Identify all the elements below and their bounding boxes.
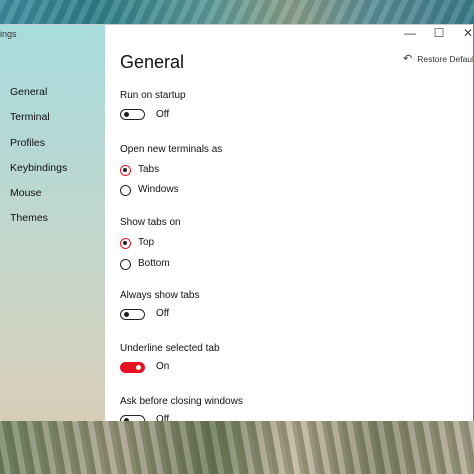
always-show-tabs-toggle[interactable] [120, 309, 145, 320]
page-title: General [120, 52, 185, 72]
radio-bottom-label: Bottom [138, 258, 170, 269]
radio-tabs-label: Tabs [138, 164, 160, 175]
toggle-knob [124, 311, 129, 317]
underline-selected-tab-toggle[interactable] [120, 362, 145, 373]
sidebar: ings General Terminal Profiles Keybindin… [0, 25, 105, 421]
toggle-knob [124, 111, 129, 117]
close-button[interactable]: ✕ [460, 25, 473, 41]
underline-selected-tab-state: On [156, 361, 170, 372]
desktop-wallpaper-bottom [0, 421, 474, 474]
show-tabs-on-label: Show tabs on [120, 217, 181, 228]
sidebar-item-keybindings[interactable]: Keybindings [10, 161, 67, 186]
radio-windows-label: Windows [138, 184, 179, 195]
settings-content: — ☐ ✕ ↶ Restore Defaults General Run on s… [105, 25, 473, 421]
run-on-startup-toggle[interactable] [120, 109, 145, 120]
radio-bottom[interactable] [120, 259, 131, 270]
maximize-button[interactable]: ☐ [431, 25, 447, 41]
radio-top[interactable] [120, 238, 131, 249]
radio-top-label: Top [138, 237, 155, 248]
always-show-tabs-label: Always show tabs [120, 290, 200, 301]
restore-defaults-label: Restore Defaults [417, 54, 474, 64]
ask-before-closing-state: Off [156, 414, 170, 421]
radio-tabs[interactable] [120, 165, 131, 176]
sidebar-nav: General Terminal Profiles Keybindings Mo… [10, 85, 67, 237]
run-on-startup-state: Off [156, 109, 170, 120]
minimize-button[interactable]: — [402, 25, 418, 41]
run-on-startup-label: Run on startup [120, 90, 186, 101]
sidebar-item-themes[interactable]: Themes [10, 211, 67, 236]
undo-icon: ↶ [403, 53, 413, 65]
sidebar-item-general[interactable]: General [10, 85, 67, 110]
always-show-tabs-state: Off [156, 308, 170, 319]
underline-selected-tab-label: Underline selected tab [120, 343, 220, 354]
restore-defaults-button[interactable]: ↶ Restore Defaults [403, 52, 474, 65]
toggle-knob [136, 364, 141, 370]
window-title: ings [0, 29, 17, 39]
desktop-wallpaper-top [0, 0, 474, 24]
radio-windows[interactable] [120, 185, 131, 196]
open-new-terminals-label: Open new terminals as [120, 144, 223, 155]
sidebar-item-mouse[interactable]: Mouse [10, 186, 67, 211]
sidebar-item-terminal[interactable]: Terminal [10, 110, 67, 135]
sidebar-item-profiles[interactable]: Profiles [10, 136, 67, 161]
settings-window: ings General Terminal Profiles Keybindin… [0, 24, 474, 421]
ask-before-closing-label: Ask before closing windows [120, 396, 243, 407]
